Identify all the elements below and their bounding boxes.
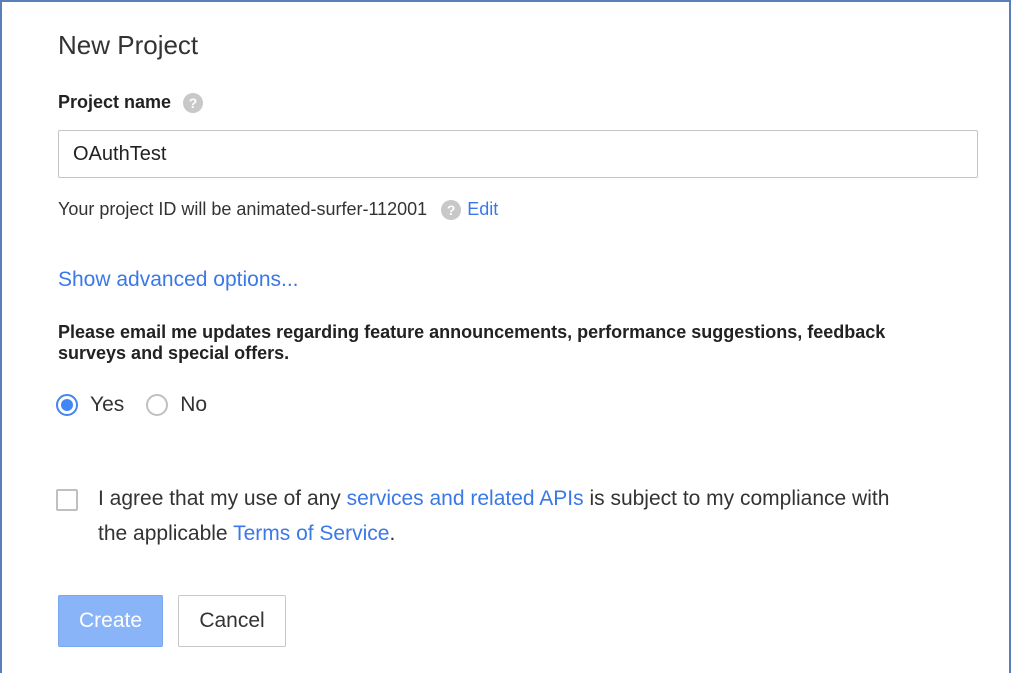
- radio-no-label[interactable]: No: [180, 393, 207, 417]
- dialog-title: New Project: [58, 30, 199, 60]
- project-name-label: Project name: [58, 92, 172, 112]
- show-advanced-options-link[interactable]: Show advanced options...: [58, 268, 299, 292]
- services-and-apis-link[interactable]: services and related APIs: [347, 487, 584, 510]
- radio-no[interactable]: [146, 394, 169, 416]
- agreement-text-after: .: [389, 522, 396, 545]
- radio-selected-dot: [61, 399, 73, 411]
- project-name-input[interactable]: [58, 130, 978, 178]
- email-updates-prompt: Please email me updates regarding featur…: [58, 322, 886, 363]
- email-updates-radio-group: Yes No: [56, 393, 229, 417]
- terms-agreement-text: I agree that my use of any services and …: [98, 481, 898, 551]
- cancel-button[interactable]: Cancel: [178, 595, 286, 647]
- terms-agreement: I agree that my use of any services and …: [56, 484, 898, 551]
- project-id-text: Your project ID will be animated-surfer-…: [58, 199, 428, 219]
- agreement-text-before: I agree that my use of any: [98, 487, 347, 510]
- edit-project-id-link[interactable]: Edit: [467, 199, 498, 220]
- create-button[interactable]: Create: [58, 595, 163, 647]
- radio-yes[interactable]: [56, 394, 78, 416]
- help-icon[interactable]: ?: [441, 199, 462, 220]
- help-icon[interactable]: ?: [183, 92, 204, 113]
- project-id-line: Your project ID will be animated-surfer-…: [58, 199, 498, 220]
- radio-yes-label[interactable]: Yes: [90, 393, 124, 417]
- project-name-label-row: Project name ?: [58, 92, 204, 113]
- terms-agreement-checkbox[interactable]: [56, 489, 78, 511]
- terms-of-service-link[interactable]: Terms of Service: [233, 522, 389, 545]
